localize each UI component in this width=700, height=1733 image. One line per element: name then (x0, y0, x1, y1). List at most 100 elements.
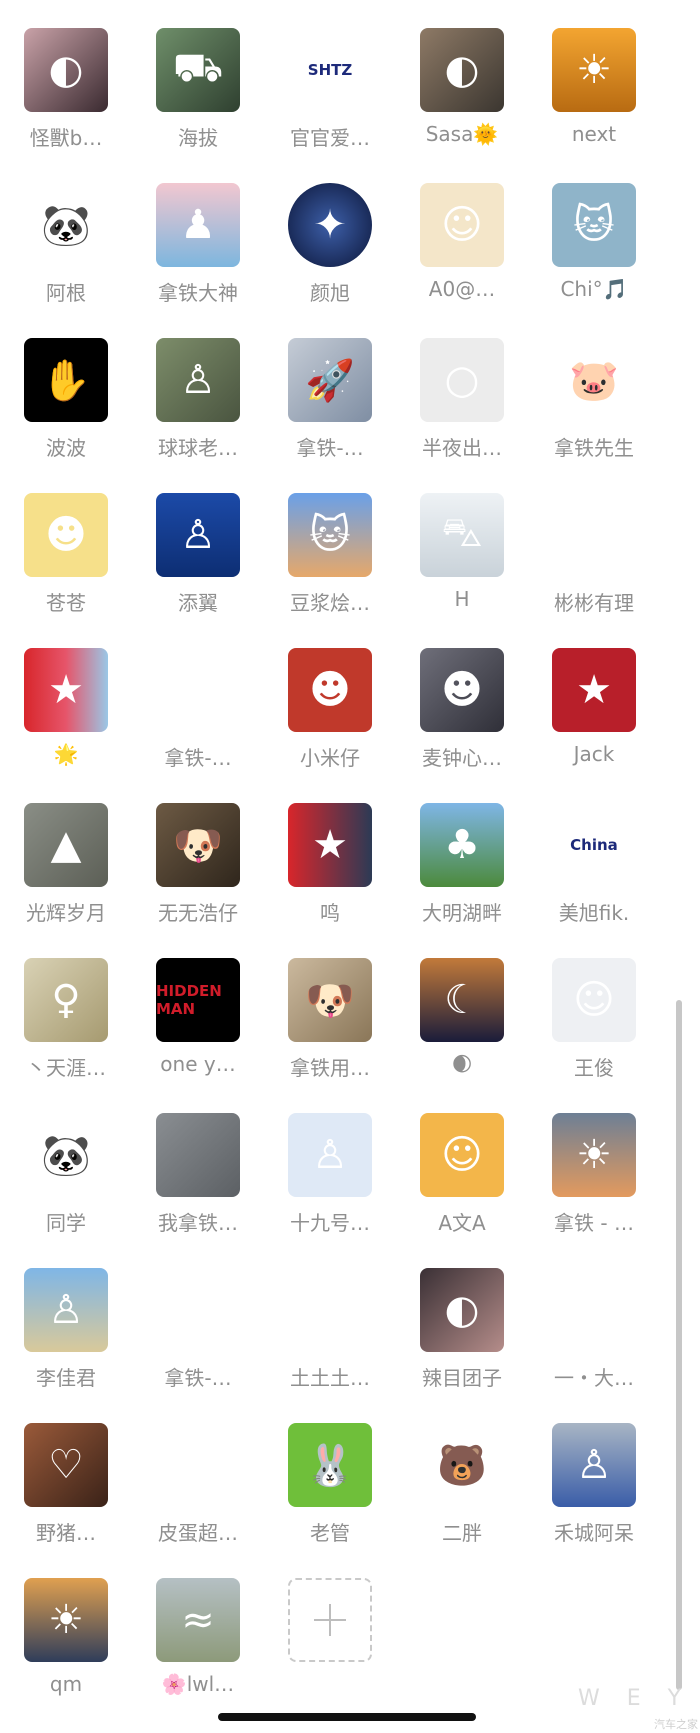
member-item[interactable]: 🐼 同学 (0, 1113, 132, 1268)
member-avatar[interactable]: 🐶 (288, 958, 372, 1042)
member-item[interactable]: 彬彬有理 (528, 493, 660, 648)
member-item[interactable]: 🐰 老管 (264, 1423, 396, 1578)
member-item[interactable]: China 美旭fik. (528, 803, 660, 958)
member-avatar[interactable]: 🚀 (288, 338, 372, 422)
member-avatar[interactable]: ♙ (552, 1423, 636, 1507)
member-item[interactable]: ★ Jack (528, 648, 660, 803)
member-avatar[interactable]: HIDDEN MAN (156, 958, 240, 1042)
member-avatar[interactable]: ♀ (24, 958, 108, 1042)
member-item[interactable]: ♙ 禾城阿呆 (528, 1423, 660, 1578)
member-item[interactable]: ★ 鸣 (264, 803, 396, 958)
member-item[interactable]: ♥ 土土土… (264, 1268, 396, 1423)
member-avatar[interactable]: ♙ (288, 1113, 372, 1197)
member-item[interactable]: ◐ 怪獸b… (0, 28, 132, 183)
member-item[interactable]: SHTZ 官官爱… (264, 28, 396, 183)
member-item[interactable]: ♥ 拿铁-… (132, 1268, 264, 1423)
member-item[interactable]: 🐶 无无浩仔 (132, 803, 264, 958)
home-indicator[interactable] (218, 1713, 476, 1721)
member-item[interactable]: ★ 🌟 (0, 648, 132, 803)
member-avatar[interactable]: ☻ (24, 493, 108, 577)
member-avatar[interactable]: ☀ (24, 1578, 108, 1662)
member-avatar[interactable]: ≈ (156, 1578, 240, 1662)
member-avatar[interactable]: 🐶 (156, 803, 240, 887)
member-item[interactable]: ▲ 光辉岁月 (0, 803, 132, 958)
member-avatar[interactable]: ⛟ (156, 28, 240, 112)
member-item[interactable]: 🐷 拿铁先生 (528, 338, 660, 493)
member-avatar[interactable]: ◐ (420, 1268, 504, 1352)
member-item[interactable]: ☺ A0@… (396, 183, 528, 338)
member-item[interactable]: ☻ 苍苍 (0, 493, 132, 648)
member-item[interactable]: ○ 半夜出… (396, 338, 528, 493)
member-item[interactable]: ≈ 🌸lwl… (132, 1578, 264, 1733)
member-item[interactable]: ⛍ H (396, 493, 528, 648)
member-item[interactable]: ♙ 球球老… (132, 338, 264, 493)
member-avatar[interactable]: 🐱 (288, 493, 372, 577)
member-avatar[interactable]: ☻ (420, 648, 504, 732)
member-item[interactable]: 🚀 拿铁-… (264, 338, 396, 493)
member-avatar[interactable]: ♙ (156, 338, 240, 422)
member-avatar[interactable]: ☀ (552, 1113, 636, 1197)
member-item[interactable]: ♙ 十九号… (264, 1113, 396, 1268)
member-item[interactable]: ♣ 大明湖畔 (396, 803, 528, 958)
member-item[interactable]: ◐ Sasa🌞 (396, 28, 528, 183)
member-item[interactable]: ☺ 皮蛋超… (132, 1423, 264, 1578)
add-member-item[interactable] (264, 1578, 396, 1733)
member-item[interactable]: ☀ 拿铁 - … (528, 1113, 660, 1268)
scrollbar[interactable] (676, 1000, 682, 1690)
member-item[interactable]: 我拿铁… (132, 1113, 264, 1268)
member-avatar[interactable]: 🐼 (24, 183, 108, 267)
member-avatar[interactable]: SHTZ (288, 28, 372, 112)
member-avatar[interactable]: ▲ (24, 803, 108, 887)
add-member-button[interactable] (288, 1578, 372, 1662)
member-avatar[interactable]: ✋ (24, 338, 108, 422)
member-item[interactable]: 🐻 二胖 (396, 1423, 528, 1578)
member-item[interactable]: ◐ 辣目团子 (396, 1268, 528, 1423)
member-avatar[interactable]: 😈 (156, 648, 240, 732)
member-item[interactable]: HIDDEN MAN one y… (132, 958, 264, 1113)
member-item[interactable]: 😈 拿铁-… (132, 648, 264, 803)
member-avatar[interactable]: ♟ (156, 183, 240, 267)
member-avatar[interactable]: ◐ (420, 28, 504, 112)
member-item[interactable]: ✦ 颜旭 (264, 183, 396, 338)
member-item[interactable]: ☾ 🌒 (396, 958, 528, 1113)
member-item[interactable]: ☺ 一・大… (528, 1268, 660, 1423)
member-item[interactable]: 🐶 拿铁用… (264, 958, 396, 1113)
member-avatar[interactable]: 🐻 (420, 1423, 504, 1507)
member-avatar[interactable]: ☾ (420, 958, 504, 1042)
member-avatar[interactable]: ✦ (288, 183, 372, 267)
member-avatar[interactable]: ★ (552, 648, 636, 732)
member-avatar[interactable]: ♡ (24, 1423, 108, 1507)
member-avatar[interactable]: ♥ (288, 1268, 372, 1352)
member-item[interactable]: 🐼 阿根 (0, 183, 132, 338)
member-avatar[interactable]: ★ (288, 803, 372, 887)
member-avatar[interactable]: ⛍ (420, 493, 504, 577)
member-item[interactable]: ⛟ 海拔 (132, 28, 264, 183)
member-item[interactable]: ☺ 王俊 (528, 958, 660, 1113)
member-avatar[interactable]: ♥ (156, 1268, 240, 1352)
member-avatar[interactable]: 🐱 (552, 183, 636, 267)
member-avatar[interactable]: ☺ (156, 1423, 240, 1507)
member-avatar[interactable]: ♣ (420, 803, 504, 887)
member-item[interactable]: ☺ A文A (396, 1113, 528, 1268)
member-item[interactable]: ♀ 丶天涯… (0, 958, 132, 1113)
member-avatar[interactable]: ☺ (552, 1268, 636, 1352)
member-avatar[interactable]: ♙ (24, 1268, 108, 1352)
member-avatar[interactable] (156, 1113, 240, 1197)
member-item[interactable]: ☻ 小米仔 (264, 648, 396, 803)
member-item[interactable]: ♟ 拿铁大神 (132, 183, 264, 338)
member-avatar[interactable]: ☻ (288, 648, 372, 732)
member-avatar[interactable]: ○ (420, 338, 504, 422)
member-avatar[interactable] (552, 493, 636, 577)
member-avatar[interactable]: ☀ (552, 28, 636, 112)
member-item[interactable]: ☀ next (528, 28, 660, 183)
member-avatar[interactable]: 🐰 (288, 1423, 372, 1507)
member-item[interactable]: 🐱 Chi°🎵 (528, 183, 660, 338)
member-avatar[interactable]: ★ (24, 648, 108, 732)
member-item[interactable]: ♙ 李佳君 (0, 1268, 132, 1423)
member-avatar[interactable]: ☺ (420, 183, 504, 267)
member-item[interactable]: ♡ 野猪… (0, 1423, 132, 1578)
member-avatar[interactable]: ☺ (420, 1113, 504, 1197)
member-item[interactable]: 🐱 豆浆烩… (264, 493, 396, 648)
member-avatar[interactable]: ☺ (552, 958, 636, 1042)
member-item[interactable]: ✋ 波波 (0, 338, 132, 493)
